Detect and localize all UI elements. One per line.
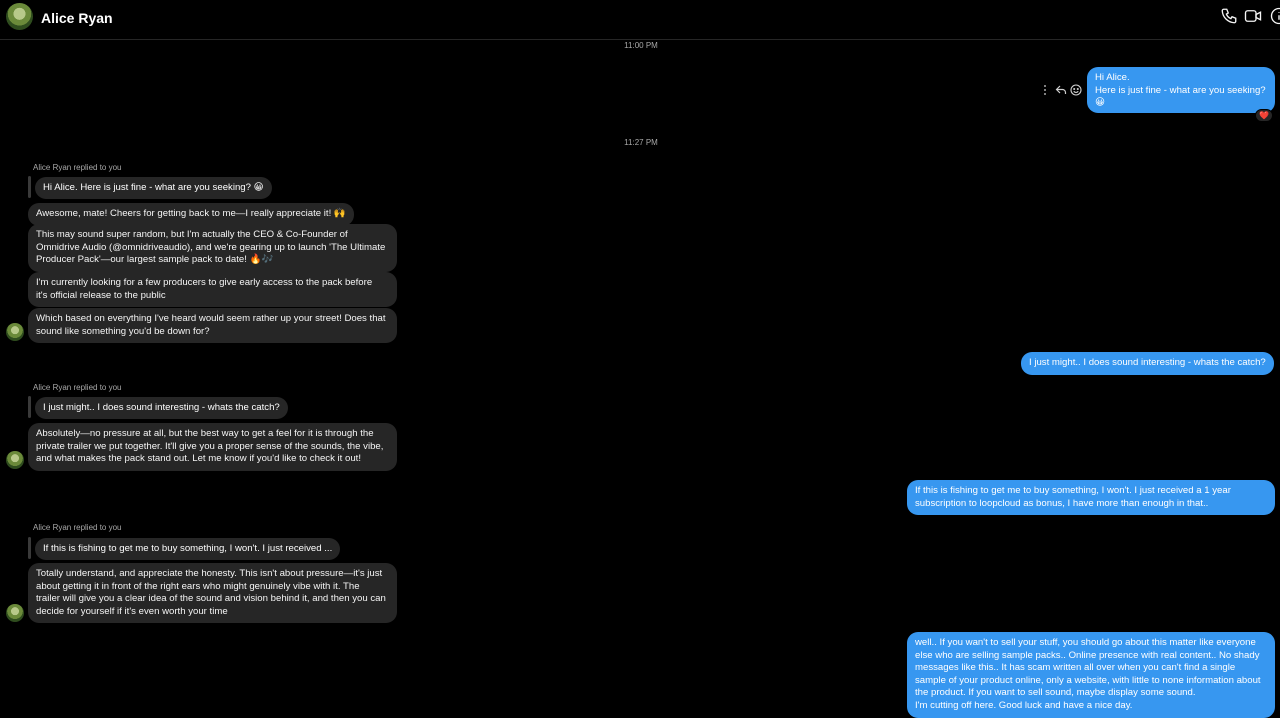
- quoted-message[interactable]: Hi Alice. Here is just fine - what are y…: [35, 177, 272, 199]
- video-camera-icon[interactable]: [1244, 7, 1262, 25]
- outgoing-message[interactable]: If this is fishing to get me to buy some…: [907, 480, 1275, 516]
- quote-bar: [28, 537, 31, 559]
- incoming-message[interactable]: Which based on everything I've heard wou…: [28, 308, 397, 344]
- replied-label: Alice Ryan replied to you: [33, 523, 122, 532]
- quoted-message[interactable]: If this is fishing to get me to buy some…: [35, 538, 341, 560]
- replied-label: Alice Ryan replied to you: [33, 383, 122, 392]
- timestamp: 11:27 PM: [624, 138, 658, 147]
- timestamp: 11:00 PM: [624, 41, 658, 50]
- contact-avatar[interactable]: [6, 604, 24, 622]
- reply-icon[interactable]: [1055, 84, 1067, 96]
- replied-label: Alice Ryan replied to you: [33, 163, 122, 172]
- emoji-react-icon[interactable]: [1070, 84, 1082, 96]
- heart-reaction[interactable]: ❤️: [1255, 109, 1273, 122]
- incoming-message[interactable]: Absolutely—no pressure at all, but the b…: [28, 423, 397, 471]
- contact-avatar[interactable]: [6, 451, 24, 469]
- incoming-message[interactable]: Awesome, mate! Cheers for getting back t…: [28, 203, 354, 226]
- incoming-message[interactable]: This may sound super random, but I'm act…: [28, 224, 397, 272]
- contact-name[interactable]: Alice Ryan: [41, 10, 113, 26]
- outgoing-message[interactable]: well.. If you wan't to sell your stuff, …: [907, 632, 1275, 718]
- contact-avatar[interactable]: [6, 323, 24, 341]
- info-icon[interactable]: [1270, 7, 1280, 25]
- quote-bar: [28, 176, 31, 198]
- quote-bar: [28, 396, 31, 418]
- message-actions: [1040, 84, 1084, 96]
- more-options-icon[interactable]: [1040, 84, 1050, 96]
- outgoing-message[interactable]: Hi Alice. Here is just fine - what are y…: [1087, 67, 1275, 113]
- contact-avatar[interactable]: [6, 3, 33, 30]
- outgoing-message[interactable]: I just might.. I does sound interesting …: [1021, 352, 1274, 375]
- quoted-message[interactable]: I just might.. I does sound interesting …: [35, 397, 288, 419]
- incoming-message[interactable]: I'm currently looking for a few producer…: [28, 272, 397, 308]
- phone-icon[interactable]: [1220, 7, 1238, 25]
- conversation-header: Alice Ryan: [0, 0, 1280, 40]
- incoming-message[interactable]: Totally understand, and appreciate the h…: [28, 563, 397, 624]
